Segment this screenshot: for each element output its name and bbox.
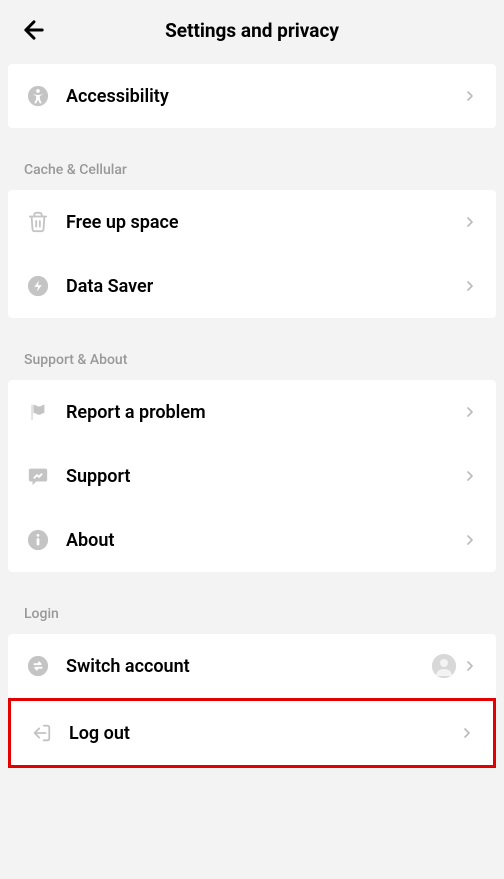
row-report[interactable]: Report a problem [8,380,496,444]
avatar-icon [432,654,456,678]
arrow-left-icon [20,16,48,44]
chevron-right-icon [462,658,478,674]
row-label-accessibility: Accessibility [66,86,462,107]
chevron-right-icon [462,404,478,420]
row-free-space[interactable]: Free up space [8,190,496,254]
section-label-support: Support & About [0,328,504,380]
row-label-report: Report a problem [66,402,462,423]
row-about[interactable]: About [8,508,496,572]
logout-icon [29,721,53,745]
row-logout[interactable]: Log out [8,698,496,768]
row-label-free-space: Free up space [66,212,462,233]
chevron-right-icon [462,468,478,484]
chevron-right-icon [462,278,478,294]
card-top: Accessibility [8,64,496,128]
page-title: Settings and privacy [0,19,504,42]
switch-icon [26,654,50,678]
info-icon [26,528,50,552]
row-label-logout: Log out [69,723,459,744]
row-data-saver[interactable]: Data Saver [8,254,496,318]
chevron-right-icon [462,532,478,548]
row-label-data-saver: Data Saver [66,276,462,297]
data-saver-icon [26,274,50,298]
row-label-support: Support [66,466,462,487]
card-login: Switch account Log out [8,634,496,768]
flag-icon [26,400,50,424]
chevron-right-icon [459,725,475,741]
card-support: Report a problem Support About [8,380,496,572]
row-label-switch: Switch account [66,656,432,677]
section-label-login: Login [0,582,504,634]
chevron-right-icon [462,88,478,104]
accessibility-icon [26,84,50,108]
chevron-right-icon [462,214,478,230]
row-support[interactable]: Support [8,444,496,508]
back-button[interactable] [20,16,48,44]
row-accessibility[interactable]: Accessibility [8,64,496,128]
row-label-about: About [66,530,462,551]
header: Settings and privacy [0,0,504,64]
support-icon [26,464,50,488]
card-cache: Free up space Data Saver [8,190,496,318]
row-switch-account[interactable]: Switch account [8,634,496,698]
trash-icon [26,210,50,234]
section-label-cache: Cache & Cellular [0,138,504,190]
